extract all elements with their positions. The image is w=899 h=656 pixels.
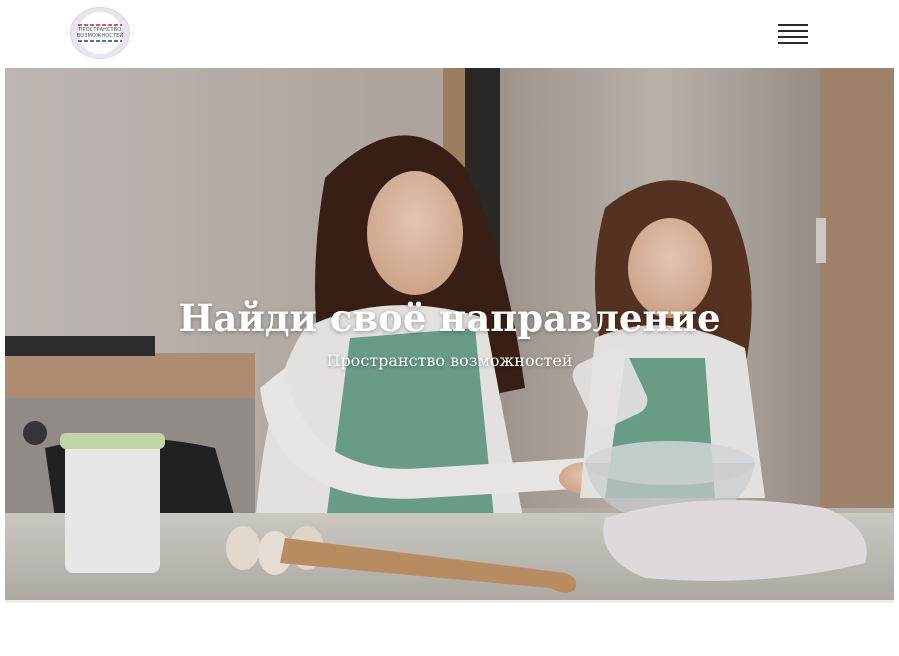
- menu-line: [778, 24, 808, 26]
- logo-stripe-top: [78, 24, 122, 26]
- menu-line: [778, 36, 808, 38]
- hero-subtitle: Пространство возможностей: [326, 351, 573, 370]
- hero-title: Найди своё направление: [178, 296, 721, 340]
- hero-divider: [5, 600, 894, 603]
- site-logo[interactable]: ПРОСТРАНСТВО ВОЗМОЖНОСТЕЙ: [70, 7, 130, 59]
- site-header: ПРОСТРАНСТВО ВОЗМОЖНОСТЕЙ: [0, 0, 899, 68]
- hero-banner: Найди своё направление Пространство возм…: [5, 68, 894, 600]
- menu-line: [778, 30, 808, 32]
- logo-stripe-bottom: [78, 40, 122, 42]
- menu-line: [778, 42, 808, 44]
- hamburger-menu-icon[interactable]: [778, 23, 808, 45]
- logo-text-line2: ВОЗМОЖНОСТЕЙ: [76, 33, 124, 39]
